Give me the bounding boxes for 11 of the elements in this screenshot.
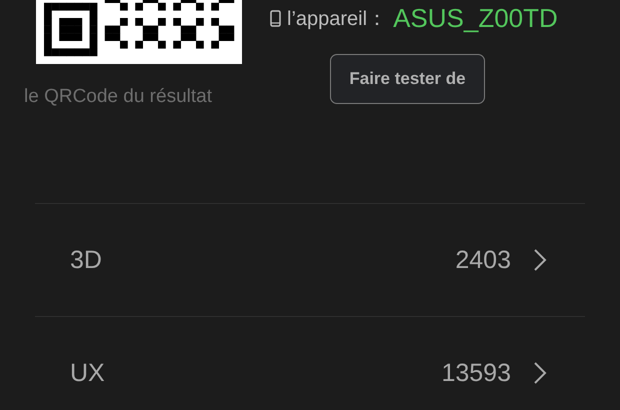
score-value: 2403 [455, 246, 511, 274]
device-label: l’appareil： [287, 7, 388, 32]
qr-caption: le QRCode du résultat [24, 86, 212, 108]
score-label: 3D [70, 246, 103, 274]
score-value: 13593 [441, 358, 511, 388]
device-name: ASUS_Z00TD [393, 3, 558, 34]
chevron-icon[interactable] [533, 248, 547, 272]
score-label: UX [70, 358, 106, 388]
chevron-icon[interactable] [533, 361, 547, 385]
test-button[interactable]: Faire tester de [330, 54, 485, 104]
phone-icon [270, 10, 281, 27]
